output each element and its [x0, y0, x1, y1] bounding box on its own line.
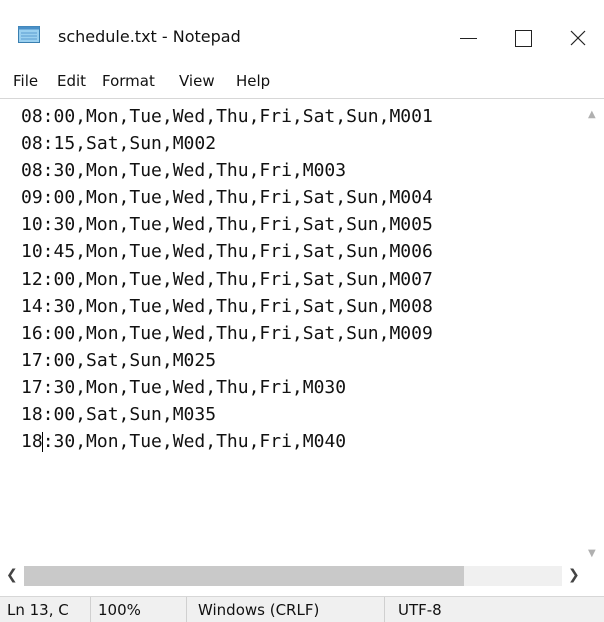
menu-help[interactable]: Help	[236, 72, 270, 90]
text-line: 17:30,Mon,Tue,Wed,Thu,Fri,M030	[21, 376, 347, 398]
scroll-thumb[interactable]	[24, 566, 464, 586]
title-bar[interactable]: schedule.txt - Notepad	[0, 0, 604, 64]
text-line-current: 18:30,Mon,Tue,Wed,Thu,Fri,M040	[21, 428, 576, 455]
text-line: 10:45,Mon,Tue,Wed,Thu,Fri,Sat,Sun,M006	[21, 241, 433, 263]
status-bar: Ln 13, C 100% Windows (CRLF) UTF-8	[0, 596, 604, 622]
text-line: 08:30,Mon,Tue,Wed,Thu,Fri,M003	[21, 160, 347, 182]
chevron-right-icon[interactable]: ❯	[568, 567, 580, 583]
notepad-icon	[18, 26, 40, 43]
caret-prefix-text: 18	[21, 431, 43, 453]
cursor-position: Ln 13, C	[7, 601, 69, 619]
zoom-level: 100%	[98, 601, 141, 619]
encoding: UTF-8	[398, 601, 442, 619]
minimize-icon	[460, 38, 477, 39]
text-line: 08:15,Sat,Sun,M002	[21, 133, 217, 155]
caret-suffix-text: :30,Mon,Tue,Wed,Thu,Fri,M040	[42, 431, 347, 453]
horizontal-scrollbar[interactable]: ❮ ❯	[0, 560, 604, 594]
menu-view[interactable]: View	[179, 72, 215, 90]
close-button[interactable]	[550, 14, 604, 60]
text-line: 16:00,Mon,Tue,Wed,Thu,Fri,Sat,Sun,M009	[21, 322, 433, 344]
menu-file[interactable]: File	[13, 72, 38, 90]
status-divider	[90, 597, 91, 622]
text-area[interactable]: 08:00,Mon,Tue,Wed,Thu,Fri,Sat,Sun,M001 0…	[21, 103, 576, 553]
menu-edit[interactable]: Edit	[57, 72, 86, 90]
close-icon	[570, 30, 586, 46]
text-line: 12:00,Mon,Tue,Wed,Thu,Fri,Sat,Sun,M007	[21, 268, 433, 290]
menu-format[interactable]: Format	[102, 72, 155, 90]
text-line: 10:30,Mon,Tue,Wed,Thu,Fri,Sat,Sun,M005	[21, 214, 433, 236]
text-line: 09:00,Mon,Tue,Wed,Thu,Fri,Sat,Sun,M004	[21, 187, 433, 209]
menu-bar: File Edit Format View Help	[0, 66, 604, 96]
minimize-button[interactable]	[440, 14, 496, 60]
line-ending: Windows (CRLF)	[198, 601, 320, 619]
text-line: 18:00,Sat,Sun,M035	[21, 404, 217, 426]
text-line: 17:00,Sat,Sun,M025	[21, 349, 217, 371]
text-line: 14:30,Mon,Tue,Wed,Thu,Fri,Sat,Sun,M008	[21, 295, 433, 317]
maximize-button[interactable]	[495, 14, 551, 60]
vertical-scrollbar[interactable]: ▲ ▼	[584, 99, 604, 561]
maximize-icon	[515, 30, 532, 47]
status-divider	[186, 597, 187, 622]
editor[interactable]: 08:00,Mon,Tue,Wed,Thu,Fri,Sat,Sun,M001 0…	[0, 98, 604, 561]
chevron-down-icon[interactable]: ▼	[588, 548, 596, 559]
status-divider	[384, 597, 385, 622]
chevron-left-icon[interactable]: ❮	[6, 567, 18, 583]
text-line: 08:00,Mon,Tue,Wed,Thu,Fri,Sat,Sun,M001	[21, 106, 433, 127]
notepad-window: schedule.txt - Notepad File Edit Format …	[0, 0, 604, 622]
chevron-up-icon[interactable]: ▲	[588, 109, 596, 120]
window-title: schedule.txt - Notepad	[58, 27, 241, 46]
